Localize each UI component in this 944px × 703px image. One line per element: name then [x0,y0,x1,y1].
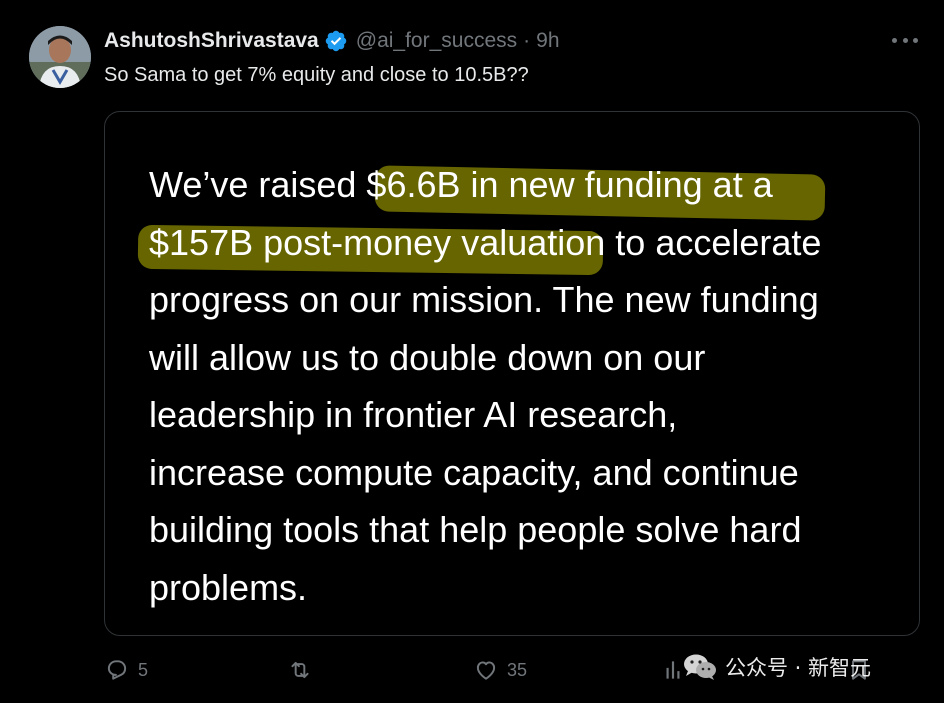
more-options-icon[interactable] [892,30,918,50]
tweet-header: AshutoshShrivastava @ai_for_success · 9h [104,27,560,55]
retweet-button[interactable] [287,652,321,688]
like-button[interactable]: 35 [473,652,527,688]
watermark-text: 公众号 · 新智元 [725,656,872,680]
more-dot [913,37,918,43]
reply-icon [107,660,127,680]
announcement-line: leadership in frontier AI research, [149,394,678,435]
display-name[interactable]: AshutoshShrivastava [104,29,319,53]
announcement-line: $157B post-money valuation to accelerate [149,221,822,263]
tweet-text: So Sama to get 7% equity and close to 10… [104,64,529,86]
announcement-line: progress on our mission. The new funding [149,279,819,320]
avatar-image [29,26,91,88]
media-card[interactable]: We’ve raised $6.6B in new funding at a $… [104,111,920,636]
retweet-icon [291,661,309,679]
handle[interactable]: @ai_for_success [356,29,517,53]
like-count: 35 [507,659,528,680]
announcement-line: increase compute capacity, and continue [149,451,799,493]
verified-badge-icon [325,30,346,52]
reply-count: 5 [138,659,149,680]
announcement-line: problems. [149,566,308,608]
more-dot [902,37,908,43]
avatar[interactable] [29,26,91,88]
like-icon [476,661,496,680]
more-dot [892,37,897,43]
tweet: AshutoshShrivastava @ai_for_success · 9h… [0,0,944,703]
announcement-line: We’ve raised $6.6B in new funding at a [149,164,773,205]
announcement-text: We’ve raised $6.6B in new funding at a $… [149,156,909,616]
announcement-line: building tools that help people solve ha… [149,509,802,550]
watermark: 公众号 · 新智元 [683,650,871,684]
wechat-icon [684,654,716,680]
reply-button[interactable]: 5 [104,652,148,688]
separator-dot: · [523,29,531,52]
announcement-line: will allow us to double down on our [149,336,706,378]
timestamp[interactable]: 9h [536,29,559,53]
